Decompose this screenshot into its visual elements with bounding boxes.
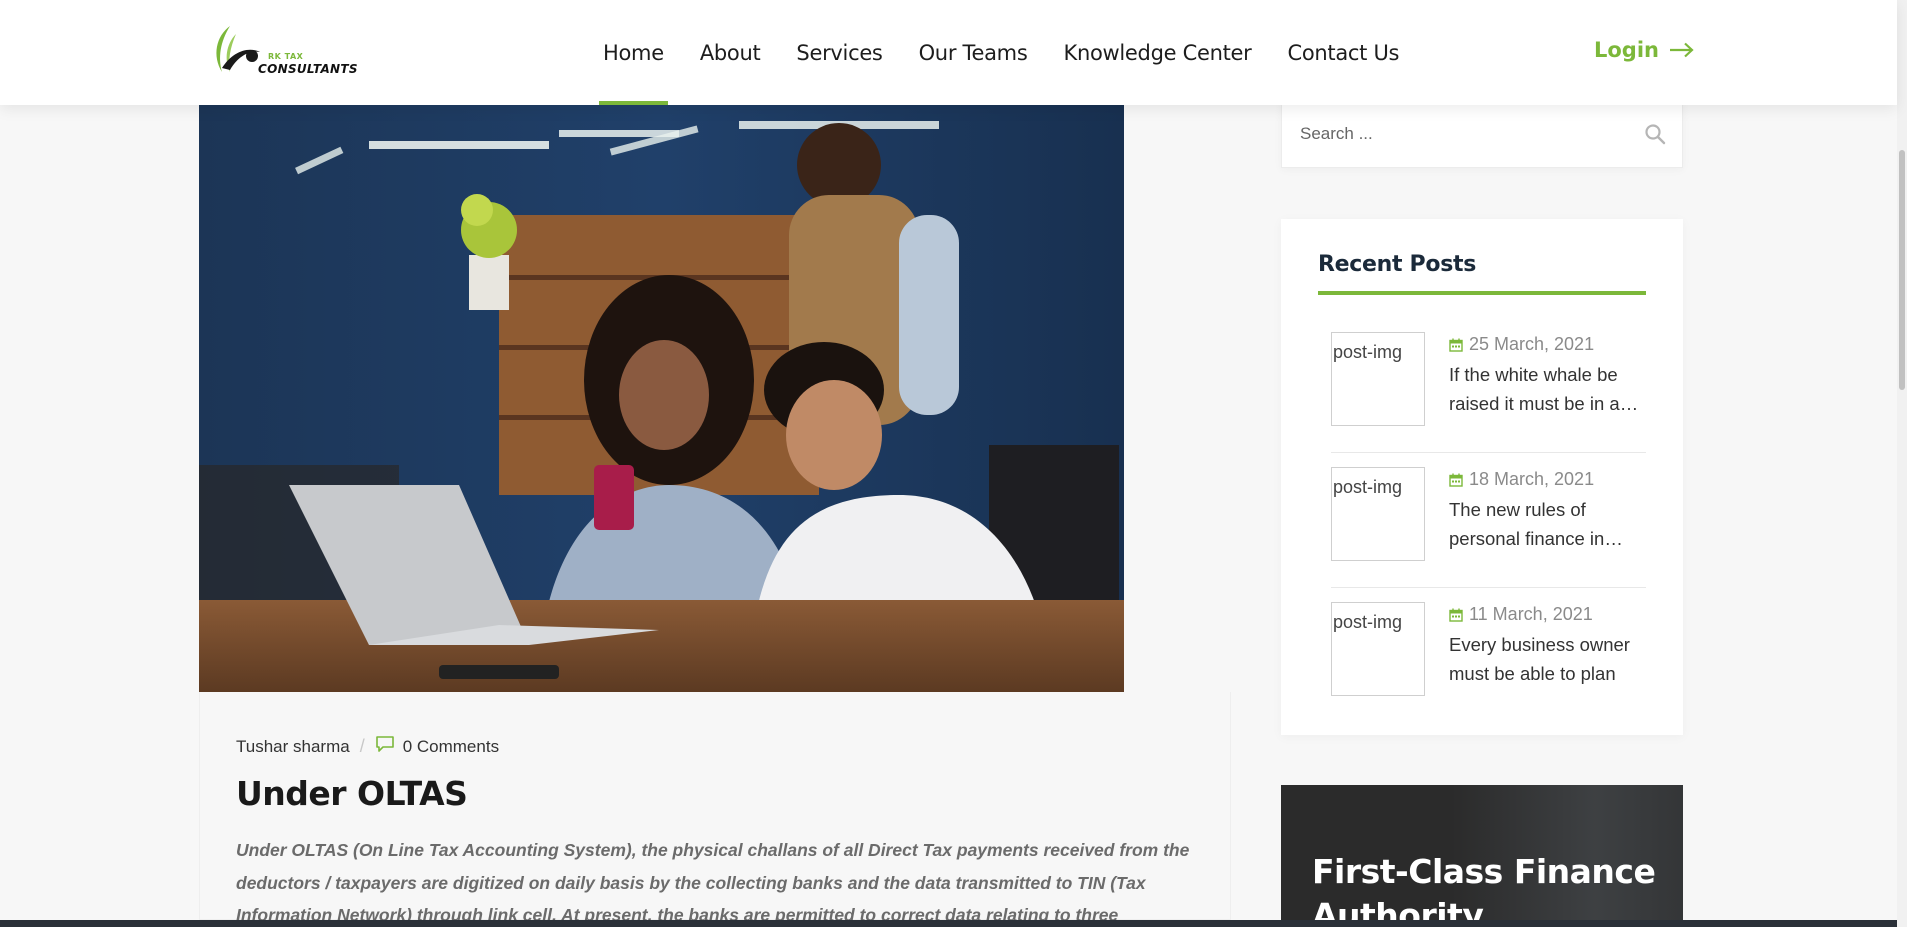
promo-title: First-Class Finance Authority <box>1312 852 1656 925</box>
post-link[interactable]: The new rules of personal finance in 202… <box>1449 496 1649 553</box>
recent-posts-underline <box>1318 291 1646 295</box>
post-thumbnail[interactable]: post-img <box>1331 602 1425 696</box>
post-thumbnail[interactable]: post-img <box>1331 332 1425 426</box>
logo-text-big: CONSULTANTS <box>258 62 358 76</box>
post-excerpt: Under OLTAS (On Line Tax Accounting Syst… <box>236 840 1190 925</box>
sidebar-search <box>1281 100 1683 168</box>
meta-separator: / <box>359 736 365 756</box>
arrow-right-icon <box>1670 42 1694 58</box>
post-link[interactable]: If the white whale be raised it must be … <box>1449 361 1649 418</box>
post-date: 25 March, 2021 <box>1449 334 1594 355</box>
recent-posts-widget: Recent Posts post-img 25 March, 2021 If … <box>1281 219 1683 735</box>
comment-icon <box>375 735 395 758</box>
post-card: Tushar sharma / 0 Comments Under OLTAS U… <box>199 692 1231 925</box>
search-input[interactable] <box>1300 119 1620 149</box>
post-meta: Tushar sharma / 0 Comments <box>236 735 499 758</box>
post-title[interactable]: Under OLTAS <box>236 774 468 813</box>
logo-text-small: RK TAX <box>268 52 304 61</box>
nav-services[interactable]: Services <box>778 0 900 105</box>
post-thumbnail[interactable]: post-img <box>1331 467 1425 561</box>
post-comments-count[interactable]: 0 Comments <box>403 737 499 757</box>
nav-contact-us[interactable]: Contact Us <box>1269 0 1417 105</box>
nav-knowledge-center[interactable]: Knowledge Center <box>1045 0 1269 105</box>
nav-about[interactable]: About <box>682 0 779 105</box>
office-photo <box>199 105 1124 692</box>
calendar-icon <box>1449 473 1463 487</box>
post-date-text: 18 March, 2021 <box>1469 469 1595 489</box>
post-featured-image <box>199 105 1124 692</box>
recent-posts-title: Recent Posts <box>1318 252 1477 277</box>
post-date-text: 11 March, 2021 <box>1469 604 1593 624</box>
calendar-icon <box>1449 338 1463 352</box>
post-author[interactable]: Tushar sharma <box>236 737 350 757</box>
promo-banner: First-Class Finance Authority <box>1281 785 1683 925</box>
nav-our-teams[interactable]: Our Teams <box>901 0 1046 105</box>
recent-post-item[interactable]: post-img 25 March, 2021 If the white wha… <box>1331 318 1646 453</box>
scrollbar-thumb[interactable] <box>1899 150 1905 390</box>
bottom-edge <box>0 920 1897 927</box>
nav-home[interactable]: Home <box>585 0 682 105</box>
post-date: 18 March, 2021 <box>1449 469 1594 490</box>
post-date-text: 25 March, 2021 <box>1469 334 1595 354</box>
login-label: Login <box>1594 38 1659 62</box>
main-nav: Home About Services Our Teams Knowledge … <box>585 0 1417 105</box>
search-icon[interactable] <box>1644 123 1666 150</box>
site-header: RK TAX CONSULTANTS Home About Services O… <box>0 0 1897 105</box>
post-date: 11 March, 2021 <box>1449 604 1593 625</box>
login-button[interactable]: Login <box>1594 38 1695 62</box>
recent-post-item[interactable]: post-img 18 March, 2021 The new rules of… <box>1331 453 1646 588</box>
calendar-icon <box>1449 608 1463 622</box>
page-scrollbar[interactable] <box>1897 0 1907 927</box>
site-logo[interactable]: RK TAX CONSULTANTS <box>208 22 358 80</box>
recent-post-item[interactable]: post-img 11 March, 2021 Every business o… <box>1331 588 1646 723</box>
post-link[interactable]: Every business owner must be able to pla… <box>1449 631 1649 688</box>
